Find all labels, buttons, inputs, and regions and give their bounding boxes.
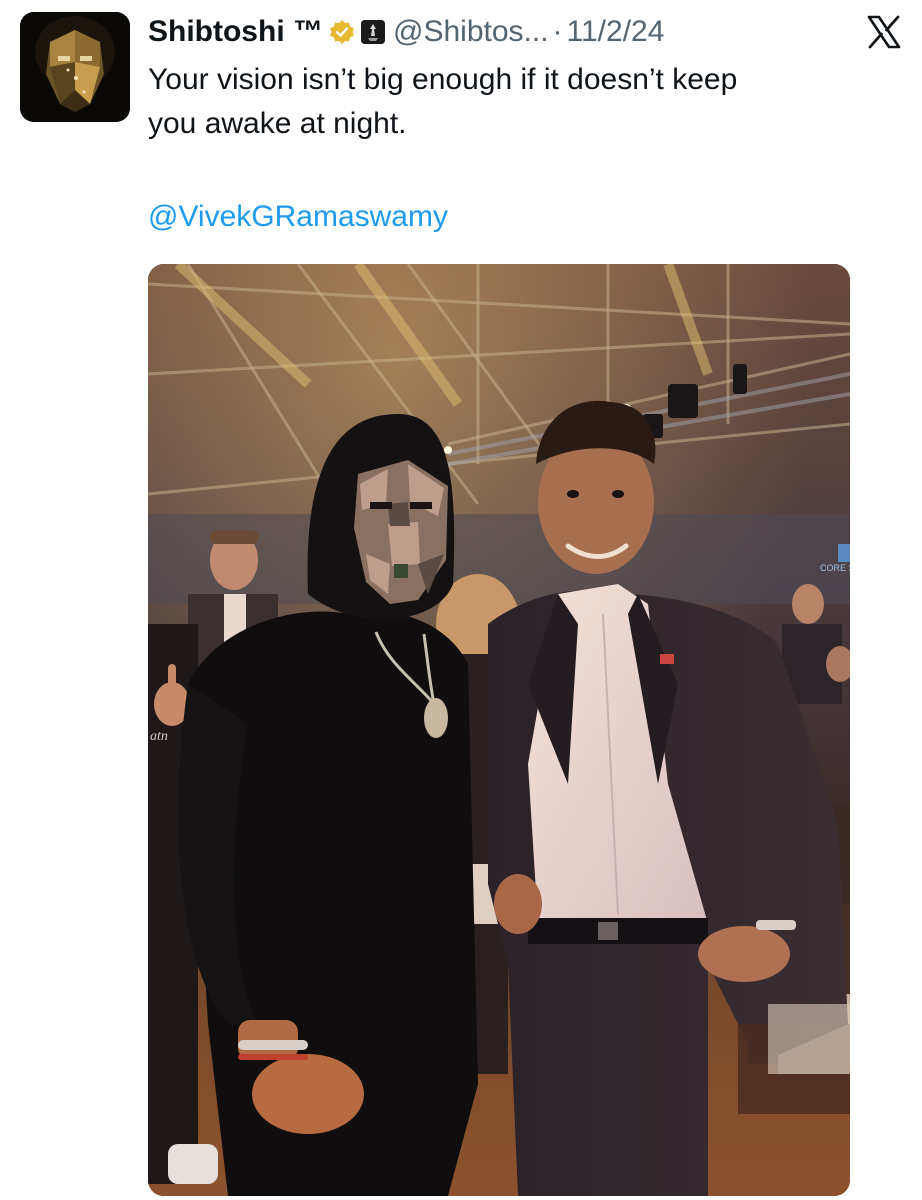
background-text: atn: [150, 729, 168, 744]
mask-avatar-image: [20, 12, 130, 122]
photo-scene: CORE SC atn: [148, 264, 850, 1196]
tweet-date[interactable]: 11/2/24: [567, 15, 665, 49]
x-logo-icon[interactable]: [866, 14, 902, 50]
booth-sign: CORE SC: [820, 563, 850, 573]
mention-link[interactable]: @VivekGRamaswamy: [148, 200, 448, 234]
affiliate-badge-icon[interactable]: [361, 20, 385, 44]
tweet-text: Your vision isn’t big enough if it doesn…: [148, 63, 738, 140]
tweet-photo[interactable]: CORE SC atn: [148, 264, 850, 1196]
display-name[interactable]: Shibtoshi ™: [148, 15, 323, 49]
author-avatar[interactable]: [20, 12, 130, 122]
tweet-header: Shibtoshi ™ @Shibtos... · 11/2/24: [148, 10, 902, 54]
author-handle[interactable]: @Shibtos...: [393, 15, 549, 49]
stage-light: [668, 384, 698, 418]
separator-dot: ·: [552, 15, 563, 48]
verified-badge-icon: [329, 19, 355, 45]
wristband: [238, 1040, 308, 1050]
flag-pin: [660, 654, 674, 664]
